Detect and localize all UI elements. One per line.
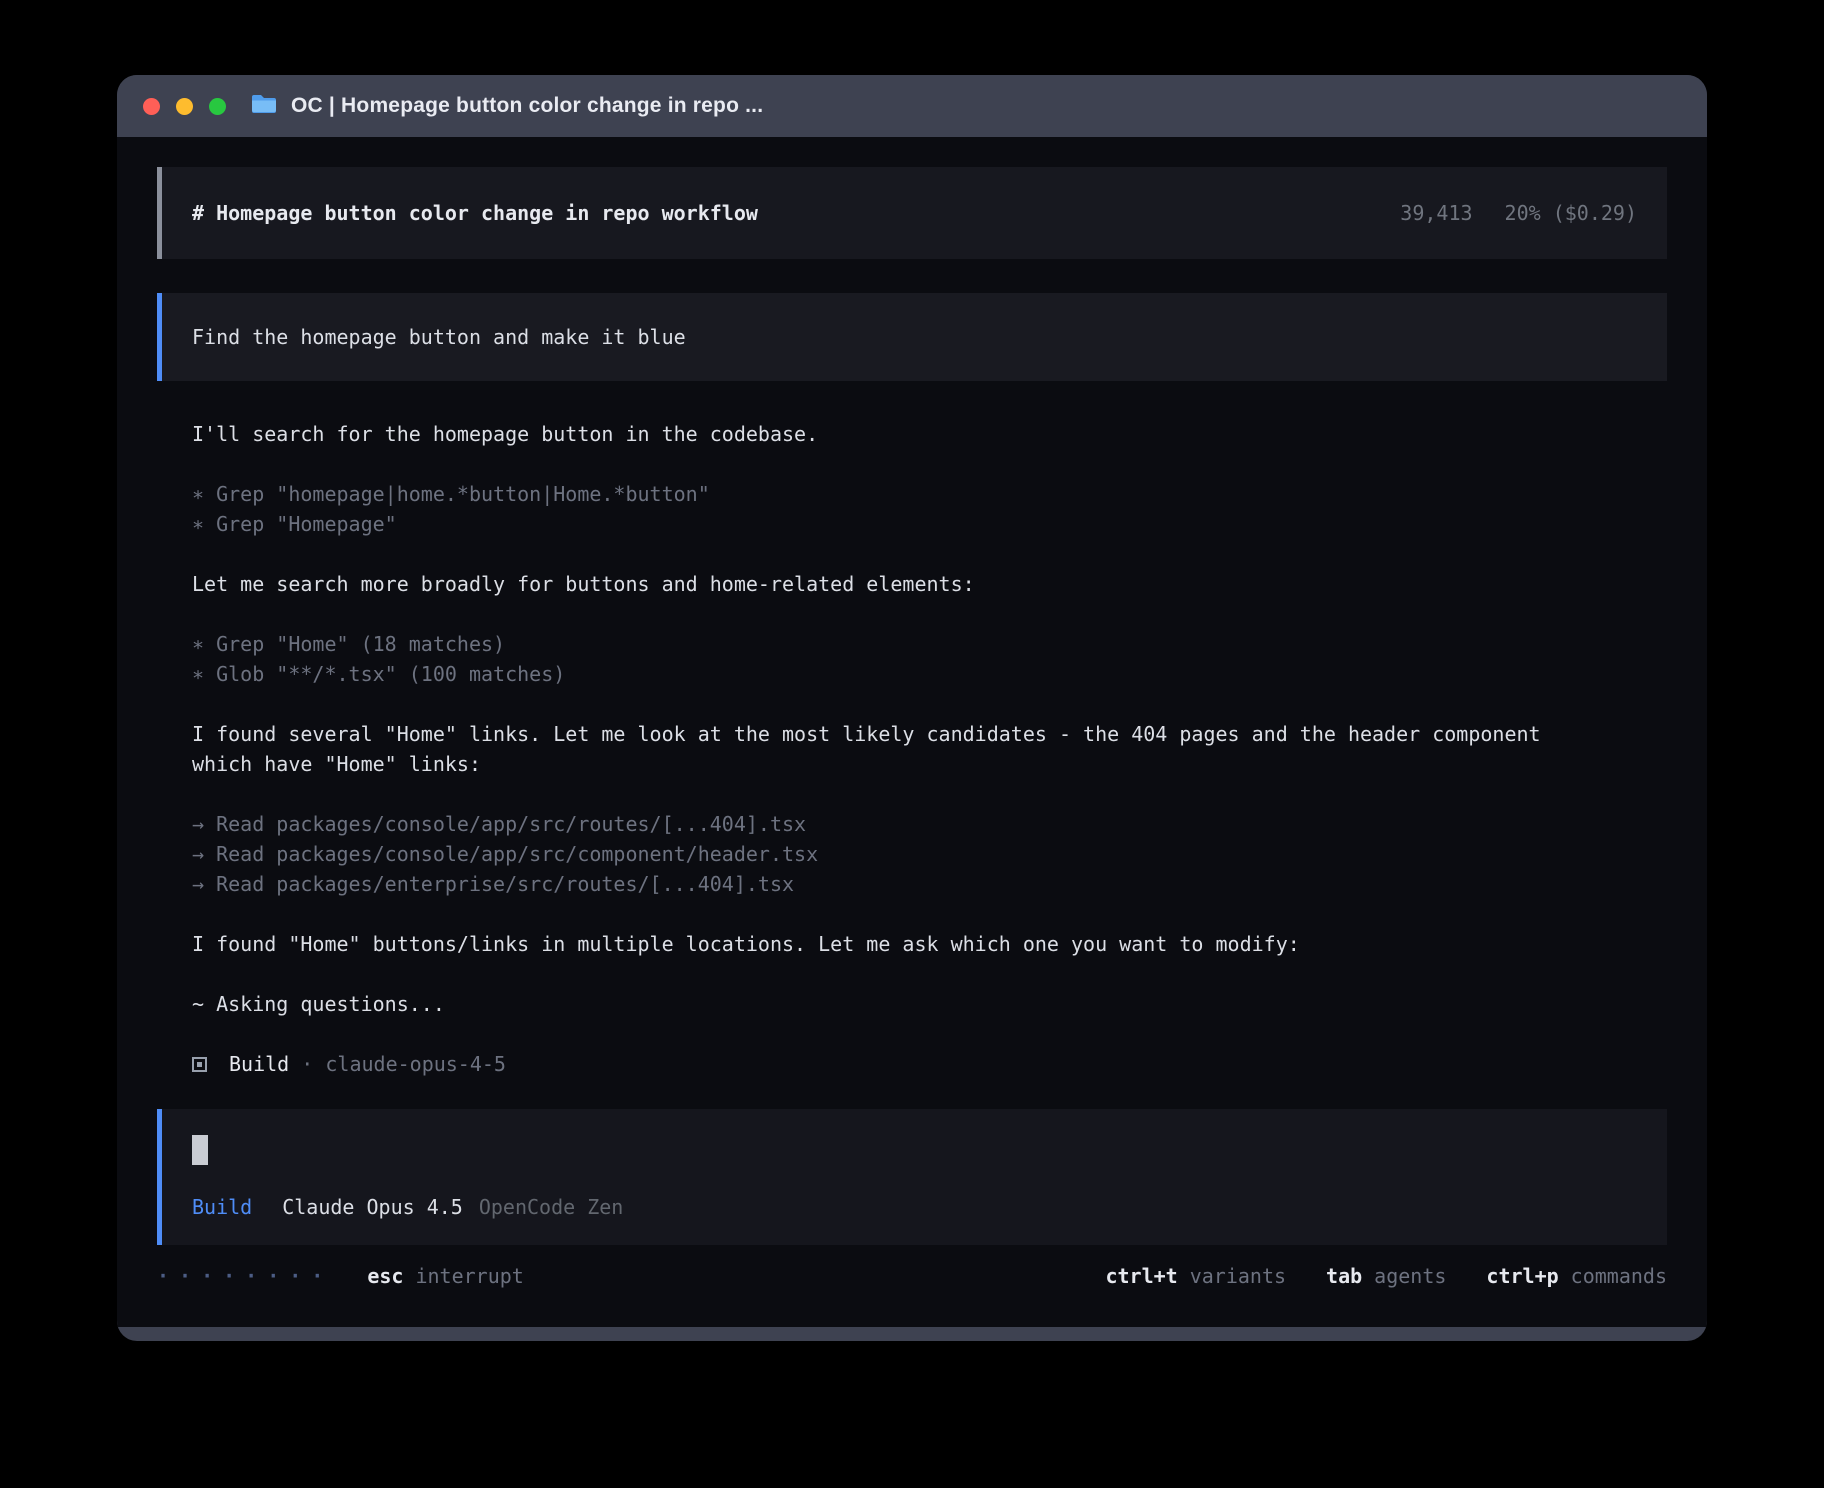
text-cursor	[192, 1135, 208, 1165]
terminal-window: OC | Homepage button color change in rep…	[117, 75, 1707, 1341]
model-name-label[interactable]: Claude Opus 4.5	[282, 1195, 463, 1219]
shortcut-label: interrupt	[415, 1264, 523, 1288]
shortcut-commands: ctrl+p commands	[1486, 1264, 1667, 1288]
status-bar: ········ esc interrupt ctrl+t variants t…	[157, 1245, 1667, 1307]
window-controls	[143, 98, 226, 115]
shortcut-label: variants	[1190, 1264, 1286, 1288]
assistant-text: Let me search more broadly for buttons a…	[192, 569, 1612, 599]
tool-call-line: ∗ Grep "homepage|home.*button|Home.*butt…	[192, 479, 1612, 509]
tool-call-line: → Read packages/console/app/src/componen…	[192, 839, 1612, 869]
prompt-input[interactable]: Build Claude Opus 4.5 OpenCode Zen	[157, 1109, 1667, 1245]
agent-name: Build	[229, 1049, 289, 1079]
square-with-dot-icon	[192, 1057, 207, 1072]
folder-icon	[250, 93, 278, 120]
tool-call-line: → Read packages/console/app/src/routes/[…	[192, 809, 1612, 839]
agent-separator: ·	[289, 1049, 325, 1079]
conversation-gap	[192, 899, 1667, 929]
shortcut-key: esc	[367, 1264, 403, 1288]
titlebar-title-group: OC | Homepage button color change in rep…	[250, 93, 763, 120]
shortcut-label: commands	[1571, 1264, 1667, 1288]
assistant-text: I found "Home" buttons/links in multiple…	[192, 929, 1612, 959]
token-count: 39,413	[1400, 201, 1472, 225]
shortcut-key: ctrl+t	[1105, 1264, 1177, 1288]
shortcut-interrupt: esc interrupt	[367, 1264, 524, 1288]
window-title: OC | Homepage button color change in rep…	[291, 94, 763, 118]
assistant-text: I'll search for the homepage button in t…	[192, 419, 1612, 449]
status-bar-left: ········ esc interrupt	[157, 1264, 524, 1288]
conversation-gap	[192, 449, 1667, 479]
assistant-text: ~ Asking questions...	[192, 989, 1612, 1019]
agent-status-line: Build · claude-opus-4-5	[192, 1049, 1612, 1079]
session-title: # Homepage button color change in repo w…	[192, 201, 758, 225]
shortcut-label: agents	[1374, 1264, 1446, 1288]
tool-call-line: ∗ Grep "Homepage"	[192, 509, 1612, 539]
zoom-button[interactable]	[209, 98, 226, 115]
conversation-gap	[192, 779, 1667, 809]
provider-label: OpenCode Zen	[479, 1195, 624, 1219]
model-status-row: Build Claude Opus 4.5 OpenCode Zen	[192, 1195, 1637, 1219]
shortcut-key: ctrl+p	[1486, 1264, 1558, 1288]
session-stats: 39,413 20% ($0.29)	[1400, 201, 1637, 225]
conversation-gap	[192, 539, 1667, 569]
conversation-gap	[192, 1019, 1667, 1049]
status-bar-right: ctrl+t variants tab agents ctrl+p comman…	[1105, 1264, 1667, 1288]
tool-call-line: → Read packages/enterprise/src/routes/[.…	[192, 869, 1612, 899]
progress-dots-icon: ········	[157, 1264, 333, 1288]
tool-call-line: ∗ Grep "Home" (18 matches)	[192, 629, 1612, 659]
context-usage: 20% ($0.29)	[1505, 201, 1637, 225]
close-button[interactable]	[143, 98, 160, 115]
assistant-text: I found several "Home" links. Let me loo…	[192, 719, 1612, 779]
conversation: I'll search for the homepage button in t…	[157, 419, 1667, 1079]
minimize-button[interactable]	[176, 98, 193, 115]
conversation-gap	[192, 599, 1667, 629]
user-message-text: Find the homepage button and make it blu…	[192, 325, 686, 349]
shortcut-key: tab	[1326, 1264, 1362, 1288]
session-header: # Homepage button color change in repo w…	[157, 167, 1667, 259]
user-message: Find the homepage button and make it blu…	[157, 293, 1667, 381]
conversation-gap	[192, 689, 1667, 719]
window-titlebar[interactable]: OC | Homepage button color change in rep…	[117, 75, 1707, 137]
conversation-gap	[192, 959, 1667, 989]
agent-model: claude-opus-4-5	[325, 1049, 506, 1079]
shortcut-variants: ctrl+t variants	[1105, 1264, 1286, 1288]
agent-mode-label[interactable]: Build	[192, 1195, 252, 1219]
terminal-content: # Homepage button color change in repo w…	[117, 137, 1707, 1327]
shortcut-agents: tab agents	[1326, 1264, 1446, 1288]
tool-call-line: ∗ Glob "**/*.tsx" (100 matches)	[192, 659, 1612, 689]
